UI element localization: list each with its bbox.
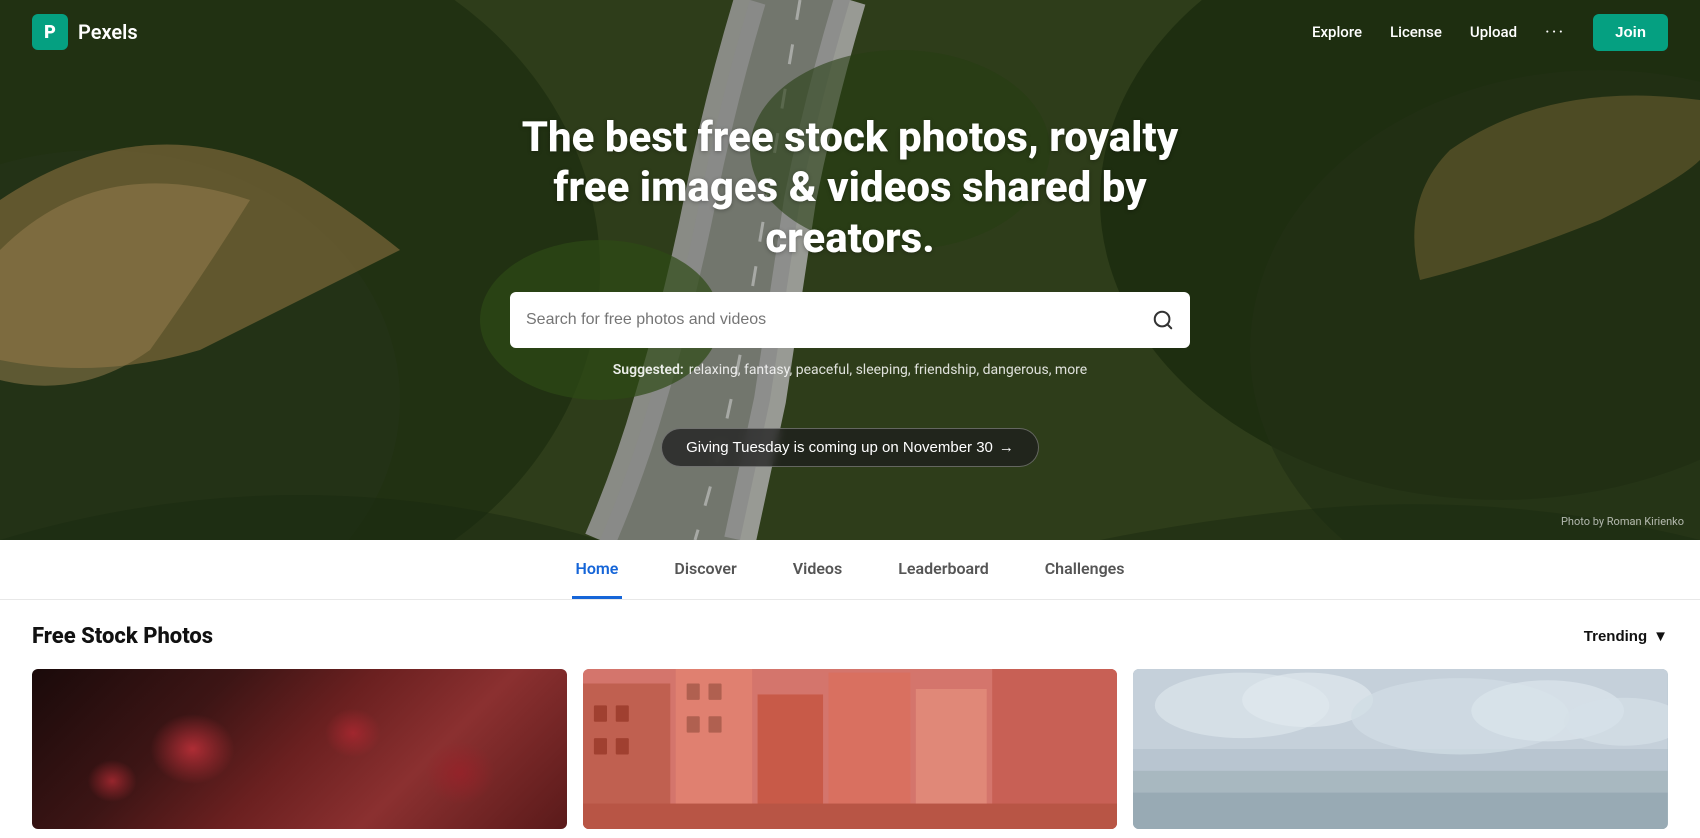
search-button[interactable] [1152, 309, 1174, 331]
tab-home[interactable]: Home [572, 540, 623, 599]
tab-leaderboard[interactable]: Leaderboard [894, 540, 993, 599]
hero-content: The best free stock photos, royalty free… [0, 0, 1700, 540]
logo-icon: P [32, 14, 68, 50]
giving-tuesday-banner[interactable]: Giving Tuesday is coming up on November … [661, 428, 1039, 467]
sort-arrow-icon: ▼ [1653, 628, 1668, 645]
hero-section: Photo by Roman Kirienko The best free st… [0, 0, 1700, 540]
photo-card-1[interactable] [32, 669, 567, 829]
search-input[interactable] [526, 311, 1142, 329]
explore-link[interactable]: Explore [1312, 23, 1362, 41]
suggested-terms[interactable]: relaxing, fantasy, peaceful, sleeping, f… [689, 362, 1088, 378]
search-bar [510, 292, 1190, 348]
tab-challenges[interactable]: Challenges [1041, 540, 1129, 599]
photo-card-2[interactable] [583, 669, 1118, 829]
main-content: Free Stock Photos Trending ▼ [0, 600, 1700, 829]
photo-svg-2 [583, 669, 1118, 829]
section-title: Free Stock Photos [32, 624, 213, 649]
tabs-bar: Home Discover Videos Leaderboard Challen… [0, 540, 1700, 600]
brand-name: Pexels [78, 20, 138, 44]
tab-videos[interactable]: Videos [789, 540, 846, 599]
search-icon [1152, 309, 1174, 331]
banner-text: Giving Tuesday is coming up on November … [686, 439, 993, 456]
trending-sort-button[interactable]: Trending ▼ [1584, 628, 1668, 645]
suggested-label: Suggested: [613, 362, 684, 378]
upload-link[interactable]: Upload [1470, 23, 1517, 41]
photo-svg-3 [1133, 669, 1668, 829]
more-menu-button[interactable]: ··· [1545, 22, 1565, 43]
photo-overlay-1 [32, 669, 567, 829]
hero-title: The best free stock photos, royalty free… [500, 113, 1200, 264]
photo-grid [32, 669, 1668, 829]
tab-discover[interactable]: Discover [670, 540, 740, 599]
navbar: P Pexels Explore License Upload ··· Join [0, 0, 1700, 64]
nav-links: Explore License Upload ··· Join [1312, 14, 1668, 51]
banner-arrow: → [999, 439, 1014, 456]
license-link[interactable]: License [1390, 23, 1442, 41]
section-header: Free Stock Photos Trending ▼ [32, 624, 1668, 649]
suggested-row: Suggested: relaxing, fantasy, peaceful, … [613, 362, 1087, 378]
logo-link[interactable]: P Pexels [32, 14, 138, 50]
trending-label: Trending [1584, 628, 1647, 645]
join-button[interactable]: Join [1593, 14, 1668, 51]
photo-card-3[interactable] [1133, 669, 1668, 829]
